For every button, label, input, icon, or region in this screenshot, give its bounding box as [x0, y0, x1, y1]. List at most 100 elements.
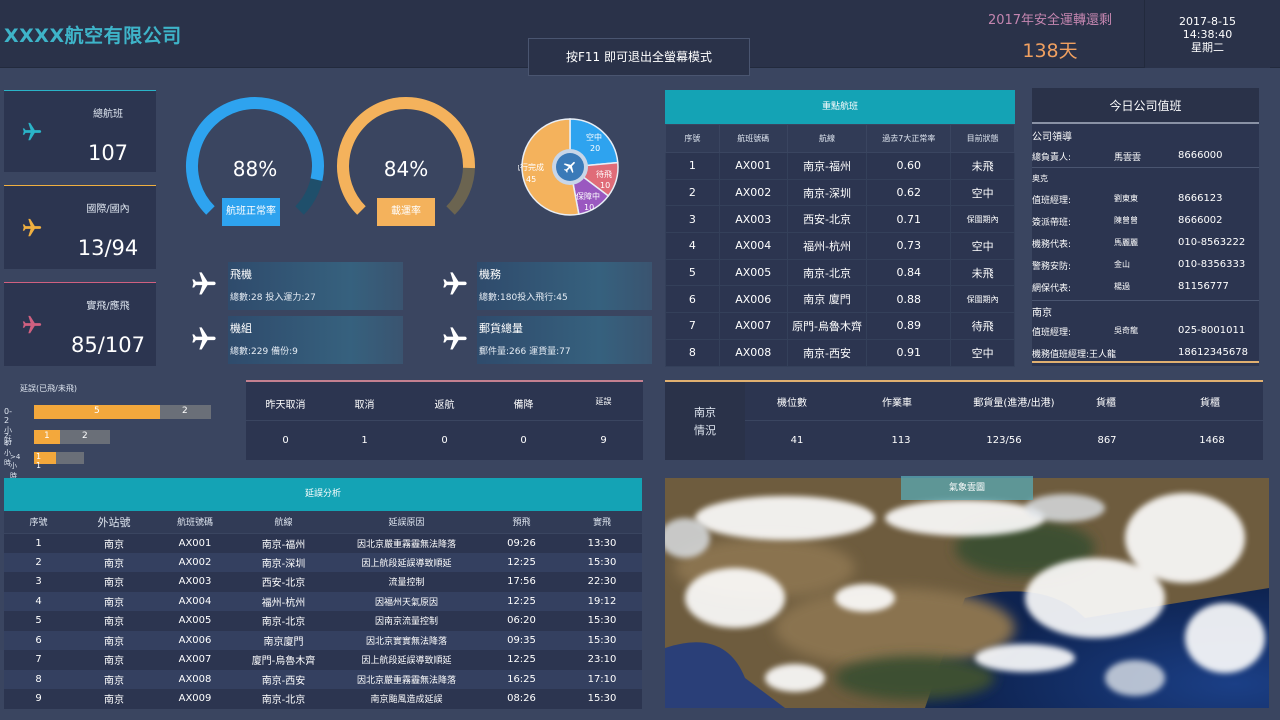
table-cell: AX004 [718, 232, 788, 260]
airplane-icon [190, 325, 218, 356]
duty-phone: 025-8001011 [1178, 325, 1246, 336]
cancellation-panel: 昨天取消 取消 返航 備降 延誤 0 1 0 0 9 [246, 380, 643, 460]
table-row[interactable]: 5 南京 AX005 南京-北京 因南京流量控制 06:20 15:30 [4, 611, 642, 631]
column-header: 序號 [665, 124, 720, 153]
table-row[interactable]: 8 AX008 南京-西安 0.91 空中 [665, 338, 1015, 367]
key-flights-title: 重點航班 [665, 90, 1015, 124]
table-cell: 0.91 [866, 338, 952, 367]
stat-card-actual-planned: 實飛/應飛 85/107 [4, 282, 156, 366]
resource-detail: 總數:229 備份:9 [230, 347, 298, 357]
table-cell: 流量控制 [332, 572, 481, 592]
table-row[interactable]: 4 AX004 福州-杭州 0.73 空中 [665, 232, 1015, 260]
duty-role: 總負責人: [1032, 153, 1072, 163]
table-row[interactable]: 3 AX003 西安-北京 0.71 保圍期內 [665, 205, 1015, 234]
table-row[interactable]: 3 南京 AX003 西安-北京 流量控制 17:56 22:30 [4, 572, 642, 592]
table-cell: 保圍期內 [950, 205, 1015, 234]
delay-bar-values: 1 1 [36, 452, 42, 470]
table-cell: 16:25 [481, 669, 562, 689]
table-cell: 1 [4, 533, 73, 553]
table-cell: 南京-深圳 [235, 552, 332, 572]
stat-value: 85/107 [71, 333, 145, 357]
resource-title: 機組 [230, 322, 252, 335]
table-cell: 22:30 [562, 572, 642, 592]
duty-role: 值班經理: [1032, 328, 1072, 338]
safety-countdown-label: 2017年安全運轉還剩 [987, 13, 1113, 28]
table-cell: 南京-福州 [786, 152, 868, 180]
cancel-header: 取消 [354, 400, 375, 411]
current-date: 2017-8-15 [1179, 15, 1236, 28]
column-header: 過去7大正常率 [866, 124, 952, 153]
cancel-value: 0 [282, 435, 289, 446]
delay-bar-unflown-value: 2 [82, 431, 88, 441]
table-cell: 8 [665, 338, 720, 367]
table-cell: 12:25 [481, 591, 562, 611]
table-cell: 19:12 [562, 591, 642, 611]
delay-analysis-title: 延誤分析 [4, 478, 642, 511]
key-flights-table: 序號 航班號碼 航線 過去7大正常率 目前狀態 1 AX001 南京-福州 0.60 未… [665, 124, 1015, 367]
pie-label-takeoff: 待飛 [596, 169, 612, 179]
table-cell: 南京-北京 [235, 689, 332, 709]
table-row[interactable]: 6 南京 AX006 南京廈門 因北京實實無法降落 09:35 15:30 [4, 630, 642, 650]
nanjing-value: 1468 [1199, 435, 1225, 446]
table-cell: 南京-北京 [786, 258, 868, 287]
table-row[interactable]: 8 南京 AX008 南京-西安 因北京嚴重霧霾無法降落 16:25 17:10 [4, 669, 642, 689]
table-row[interactable]: 2 AX002 南京-深圳 0.62 空中 [665, 178, 1015, 207]
duty-person: 馬麗麗 [1114, 238, 1138, 247]
gauge-value: 88% [233, 157, 277, 181]
load-rate-button[interactable]: 載運率 [377, 198, 435, 226]
on-time-rate-button[interactable]: 航班正常率 [222, 198, 280, 226]
airplane-icon [190, 270, 218, 301]
table-row[interactable]: 6 AX006 南京 廈門 0.88 保圍期內 [665, 285, 1015, 314]
pie-value-guard: 10 [584, 203, 594, 212]
column-header: 航班號碼 [718, 124, 788, 153]
table-cell: 09:35 [481, 630, 562, 650]
table-cell: AX007 [718, 312, 788, 340]
cancel-value: 1 [361, 435, 368, 446]
table-header-row: 序號 航班號碼 航線 過去7大正常率 目前狀態 [665, 124, 1015, 153]
table-cell: 23:10 [562, 650, 642, 670]
table-cell: 08:26 [481, 689, 562, 709]
app-title: XXXX航空有限公司 [4, 25, 182, 47]
nanjing-label-box: 南京 情況 [665, 382, 745, 460]
table-cell: 15:30 [562, 552, 642, 572]
table-cell: 南京 [73, 533, 155, 553]
pie-value-takeoff: 10 [600, 181, 610, 190]
table-cell: 0.88 [866, 285, 952, 314]
fullscreen-exit-hint[interactable]: 按F11 即可退出全螢幕模式 [528, 38, 750, 76]
resource-title: 機務 [479, 268, 501, 281]
table-cell: 空中 [950, 178, 1015, 207]
duty-role: 警務安防: [1032, 262, 1072, 272]
table-row[interactable]: 2 南京 AX002 南京-深圳 因上航段延誤導致順延 12:25 15:30 [4, 552, 642, 572]
table-cell: 因北京嚴重霧霾無法降落 [332, 533, 481, 553]
column-header: 序號 [4, 511, 73, 534]
table-cell: 保圍期內 [950, 285, 1015, 314]
table-cell: 4 [665, 232, 720, 260]
table-row[interactable]: 4 南京 AX004 福州-杭州 因福州天氣原因 12:25 19:12 [4, 591, 642, 611]
table-row[interactable]: 7 南京 AX007 廈門-烏魯木齊 因上航段延誤導致順延 12:25 23:10 [4, 650, 642, 670]
table-row[interactable]: 1 南京 AX001 南京-福州 因北京嚴重霧霾無法降落 09:26 13:30 [4, 533, 642, 553]
table-row[interactable]: 1 AX001 南京-福州 0.60 未飛 [665, 152, 1015, 180]
column-header: 航線 [786, 124, 868, 153]
table-cell: 3 [665, 205, 720, 234]
duty-section-nanjing: 南京 [1032, 308, 1052, 319]
cancel-header: 延誤 [595, 397, 612, 406]
nanjing-label-sub: 情況 [694, 424, 716, 437]
table-cell: 因北京實實無法降落 [332, 630, 481, 650]
table-cell: AX005 [155, 611, 235, 631]
duty-person: 陳曾曾 [1114, 216, 1138, 225]
duty-phone: 18612345678 [1178, 347, 1248, 358]
current-time: 14:38:40 [1182, 28, 1233, 41]
key-flights-body: 1 AX001 南京-福州 0.60 未飛 2 AX002 南京-深圳 0.62 空中 3 AX003… [665, 152, 1015, 367]
divider [1032, 167, 1259, 168]
table-cell: 因上航段延誤導致順延 [332, 650, 481, 670]
nanjing-header: 作業車 [882, 398, 912, 409]
table-cell: AX006 [155, 630, 235, 650]
stat-value: 107 [87, 141, 129, 165]
table-cell: 0.84 [866, 258, 952, 287]
column-header: 外站號 [73, 511, 155, 534]
gauge-value: 84% [384, 157, 428, 181]
table-row[interactable]: 9 南京 AX009 南京-北京 南京颱風造成延誤 08:26 15:30 [4, 689, 642, 709]
table-cell: 2 [4, 552, 73, 572]
table-row[interactable]: 5 AX005 南京-北京 0.84 未飛 [665, 258, 1015, 287]
table-row[interactable]: 7 AX007 原門-烏魯木齊 0.89 待飛 [665, 312, 1015, 340]
